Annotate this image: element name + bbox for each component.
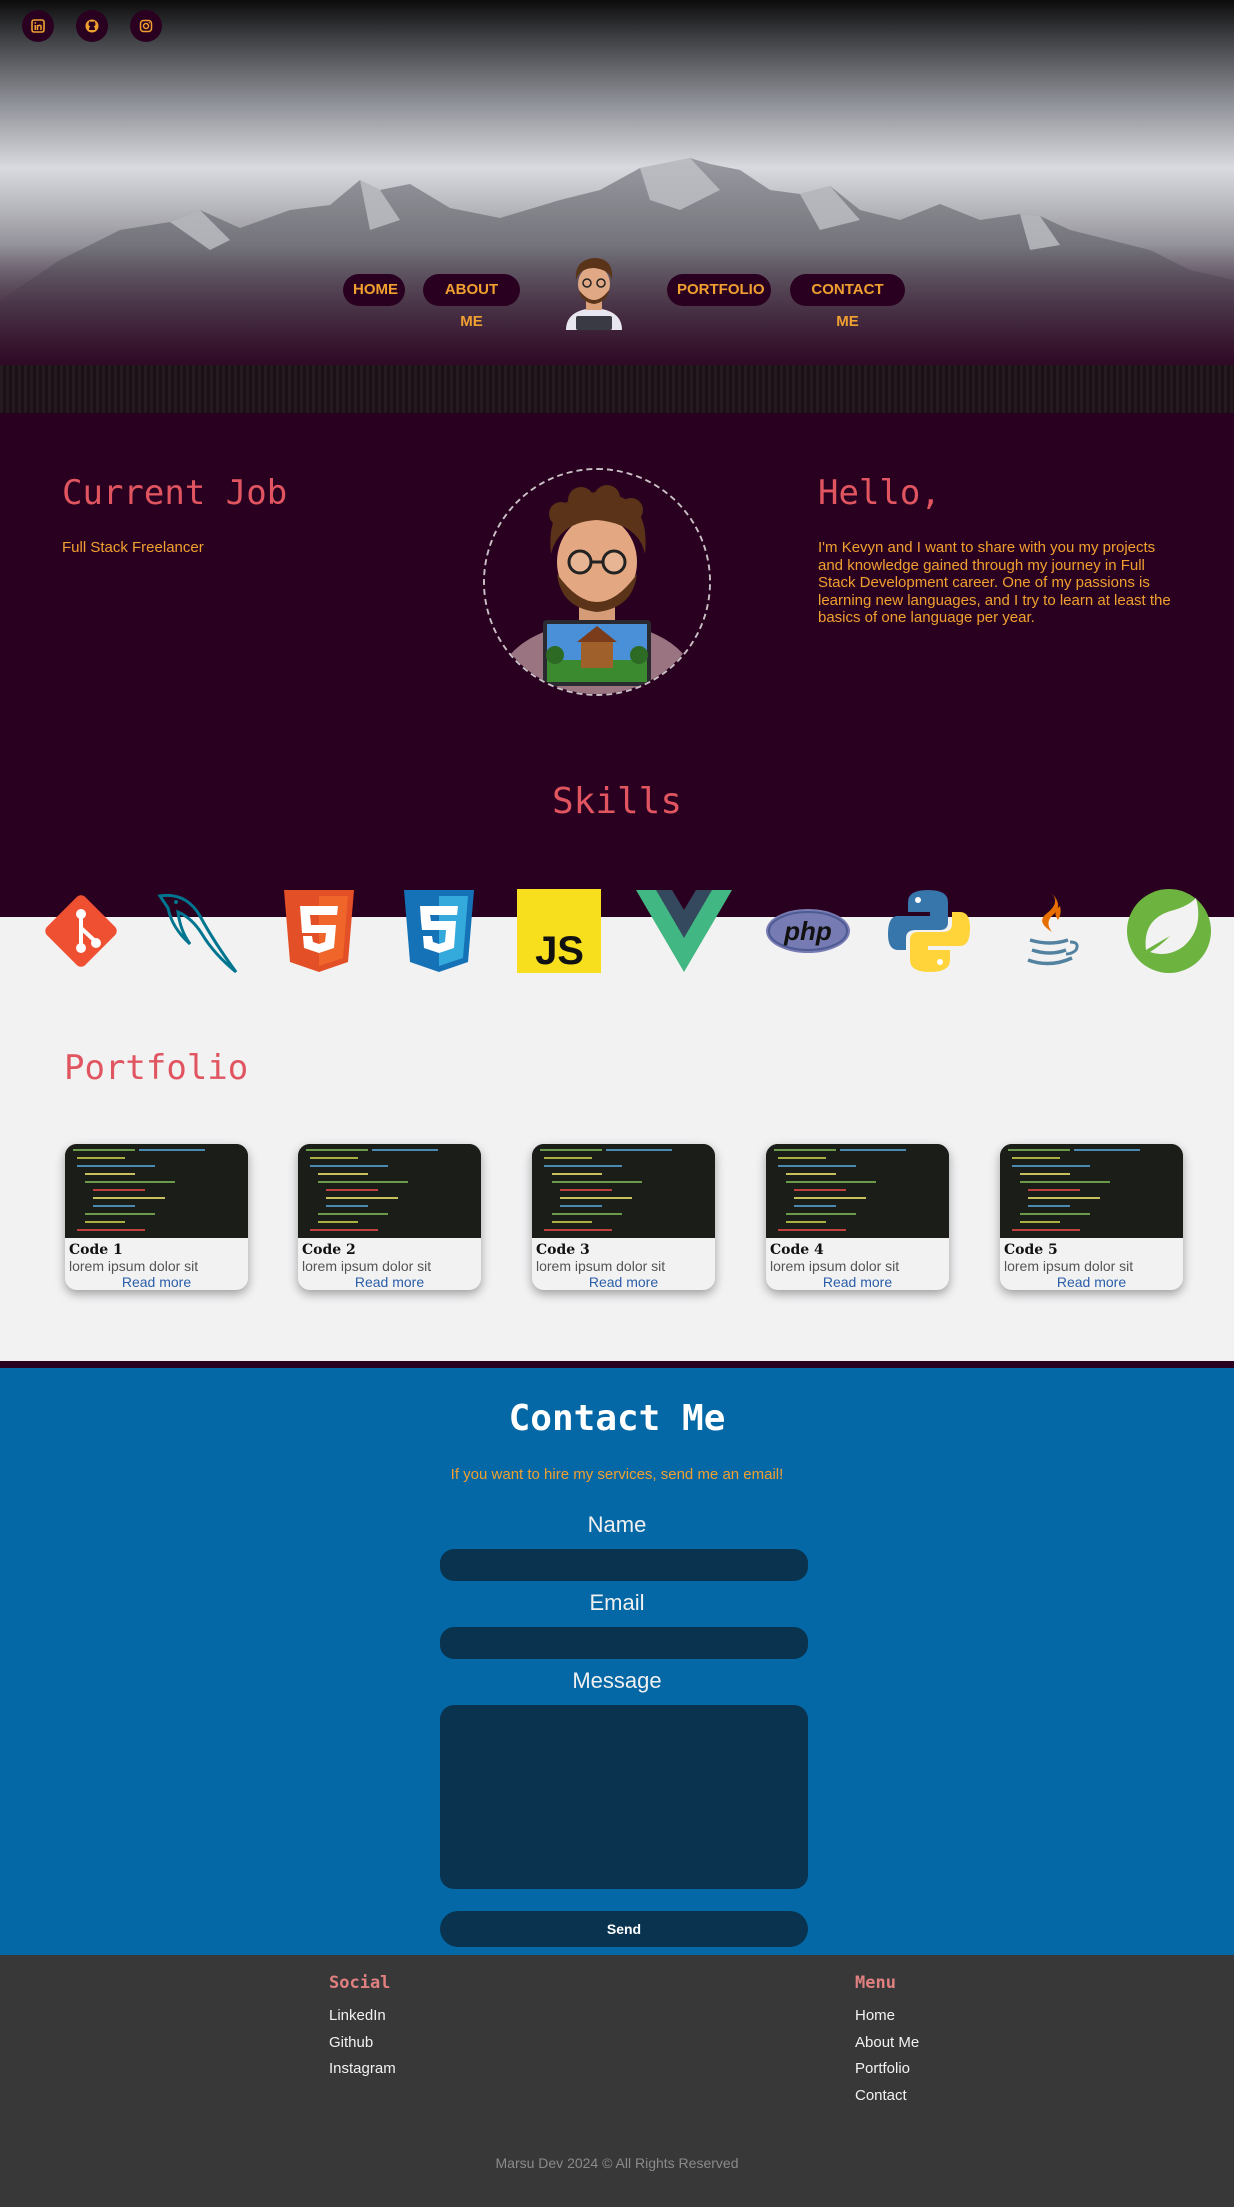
card-description: lorem ipsum dolor sit <box>1004 1258 1134 1274</box>
current-job-text: Full Stack Freelancer <box>62 539 204 556</box>
about-section: Current Job Full Stack Freelancer Hello,… <box>0 413 1234 917</box>
spring-icon <box>1126 888 1212 974</box>
portfolio-title: Portfolio <box>64 1048 249 1088</box>
portfolio-card[interactable]: Code 2 lorem ipsum dolor sit Read more <box>298 1144 481 1290</box>
portfolio-card[interactable]: Code 5 lorem ipsum dolor sit Read more <box>1000 1144 1183 1290</box>
message-textarea[interactable] <box>440 1705 808 1889</box>
email-label: Email <box>589 1590 645 1615</box>
footer: Social LinkedIn Github Instagram Menu Ho… <box>0 1955 1234 2207</box>
email-input[interactable] <box>440 1627 808 1659</box>
contact-section: Contact Me If you want to hire my servic… <box>0 1368 1234 1955</box>
card-title: Code 1 <box>69 1242 123 1258</box>
nav-home[interactable]: HOME <box>343 274 405 306</box>
nav-portfolio[interactable]: PORTFOLIO <box>667 274 771 306</box>
send-button[interactable]: Send <box>440 1911 808 1947</box>
read-more-link[interactable]: Read more <box>766 1274 949 1290</box>
footer-link-contact[interactable]: Contact <box>855 2083 919 2110</box>
code-thumbnail <box>298 1144 481 1238</box>
footer-menu-title: Menu <box>855 1973 896 1993</box>
nav-about[interactable]: ABOUT ME <box>423 274 520 330</box>
footer-link-portfolio[interactable]: Portfolio <box>855 2056 919 2083</box>
portfolio-card[interactable]: Code 3 lorem ipsum dolor sit Read more <box>532 1144 715 1290</box>
footer-link-home[interactable]: Home <box>855 2003 919 2030</box>
read-more-link[interactable]: Read more <box>298 1274 481 1290</box>
js-label: JS <box>535 929 584 973</box>
section-divider <box>0 1361 1234 1368</box>
current-job-title: Current Job <box>62 473 288 513</box>
mysql-icon <box>156 888 242 974</box>
footer-link-linkedin[interactable]: LinkedIn <box>329 2003 396 2030</box>
html5-icon <box>276 888 362 974</box>
portfolio-card[interactable]: Code 4 lorem ipsum dolor sit Read more <box>766 1144 949 1290</box>
card-description: lorem ipsum dolor sit <box>770 1258 900 1274</box>
code-thumbnail <box>65 1144 248 1238</box>
skills-row: JS php <box>0 888 1234 978</box>
vue-icon <box>636 888 732 974</box>
card-title: Code 3 <box>536 1242 590 1258</box>
name-label: Name <box>587 1512 647 1537</box>
card-title: Code 2 <box>302 1242 356 1258</box>
linkedin-icon[interactable] <box>22 10 54 42</box>
php-icon: php <box>765 888 851 974</box>
nav-contact[interactable]: CONTACT ME <box>790 274 905 330</box>
css3-icon <box>396 888 482 974</box>
hello-text: I'm Kevyn and I want to share with you m… <box>818 539 1171 626</box>
profile-avatar <box>483 468 711 696</box>
git-icon <box>38 888 124 974</box>
skills-title: Skills <box>551 781 683 822</box>
copyright-text: Marsu Dev 2024 © All Rights Reserved <box>495 2155 739 2171</box>
footer-social-title: Social <box>329 1973 391 1993</box>
portfolio-section-bg <box>0 917 1234 1363</box>
hero-header: HOME ABOUT ME PORTFOLIO CONTACT ME <box>0 0 1234 365</box>
hello-title: Hello, <box>818 473 941 513</box>
portfolio-card[interactable]: Code 1 lorem ipsum dolor sit Read more <box>65 1144 248 1290</box>
read-more-link[interactable]: Read more <box>1000 1274 1183 1290</box>
card-title: Code 4 <box>770 1242 824 1258</box>
code-thumbnail <box>766 1144 949 1238</box>
social-icons-top <box>22 10 162 42</box>
footer-link-instagram[interactable]: Instagram <box>329 2056 396 2083</box>
name-input[interactable] <box>440 1549 808 1581</box>
main-nav: HOME ABOUT ME PORTFOLIO CONTACT ME <box>0 250 1234 330</box>
footer-link-about[interactable]: About Me <box>855 2030 919 2057</box>
card-title: Code 5 <box>1004 1242 1058 1258</box>
github-icon[interactable] <box>76 10 108 42</box>
contact-subtitle: If you want to hire my services, send me… <box>450 1466 784 1483</box>
card-description: lorem ipsum dolor sit <box>69 1258 199 1274</box>
footer-social: Social LinkedIn Github Instagram <box>329 1973 396 2083</box>
message-label: Message <box>572 1668 662 1693</box>
php-label: php <box>783 916 832 946</box>
card-description: lorem ipsum dolor sit <box>536 1258 666 1274</box>
instagram-icon[interactable] <box>130 10 162 42</box>
read-more-link[interactable]: Read more <box>65 1274 248 1290</box>
code-thumbnail <box>1000 1144 1183 1238</box>
python-icon <box>886 888 972 974</box>
footer-menu: Menu Home About Me Portfolio Contact <box>855 1973 919 2109</box>
read-more-link[interactable]: Read more <box>532 1274 715 1290</box>
contact-title: Contact Me <box>508 1398 726 1439</box>
card-description: lorem ipsum dolor sit <box>302 1258 432 1274</box>
javascript-icon: JS <box>516 888 602 974</box>
java-icon <box>1006 888 1092 974</box>
footer-link-github[interactable]: Github <box>329 2030 396 2057</box>
avatar-logo[interactable] <box>552 250 636 330</box>
code-thumbnail <box>532 1144 715 1238</box>
decorative-stripe <box>0 365 1234 413</box>
